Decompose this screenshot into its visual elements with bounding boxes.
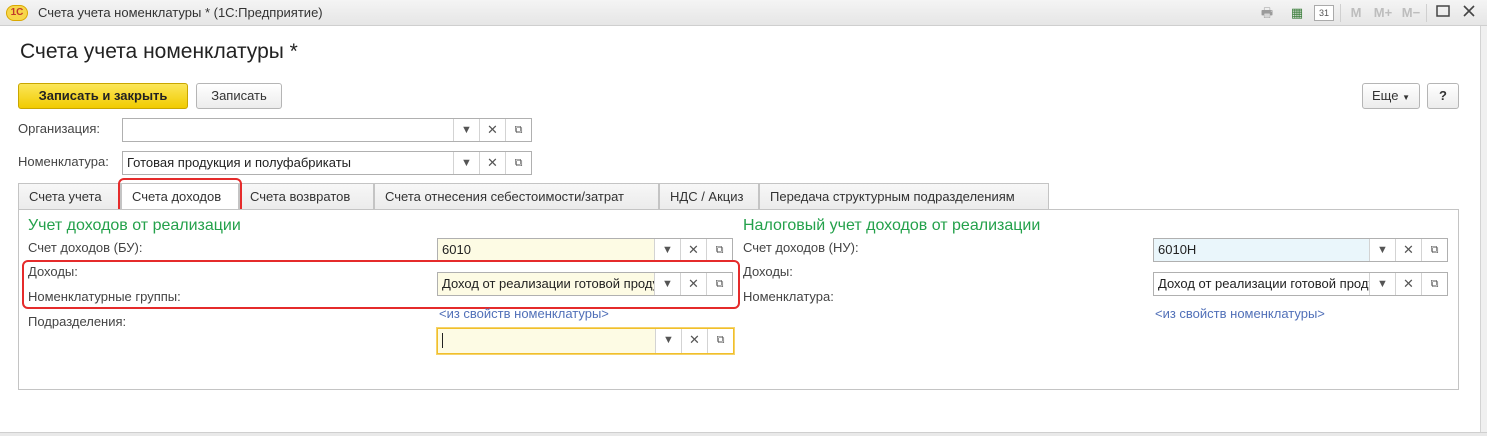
nomenclature-label: Номенклатура: — [18, 154, 109, 169]
open-icon[interactable]: ⧉ — [1421, 273, 1447, 295]
organization-field[interactable]: ▼ ✕ ⧉ — [122, 118, 532, 142]
nu-income-value[interactable]: Доход от реализации готовой продукции — [1154, 273, 1369, 295]
clear-icon[interactable]: ✕ — [681, 329, 707, 353]
clear-icon[interactable]: ✕ — [1395, 239, 1421, 261]
print-icon[interactable]: 🖶 — [1257, 4, 1277, 22]
clear-icon[interactable]: ✕ — [1395, 273, 1421, 295]
nu-account-field[interactable]: 6010Н ▼ ✕ ⧉ — [1153, 238, 1448, 262]
tab-vat-excise[interactable]: НДС / Акциз — [659, 183, 759, 210]
nu-from-properties-link[interactable]: <из свойств номенклатуры> — [1155, 306, 1325, 321]
from-properties-link[interactable]: <из свойств номенклатуры> — [439, 306, 609, 321]
dropdown-arrow-icon[interactable]: ▼ — [1369, 239, 1395, 261]
save-and-close-button[interactable]: Записать и закрыть — [18, 83, 188, 109]
window-titlebar: 1С Счета учета номенклатуры * (1С:Предпр… — [0, 0, 1487, 26]
window-right-border — [1480, 26, 1487, 432]
calculator-icon[interactable]: ▦ — [1287, 4, 1307, 22]
more-button-label: Еще — [1372, 88, 1399, 103]
memory-m-button[interactable]: M — [1348, 4, 1364, 22]
page-title: Счета учета номенклатуры * — [20, 40, 298, 63]
tab-return-accounts[interactable]: Счета возвратов — [239, 183, 374, 210]
nu-account-label: Счет доходов (НУ): — [743, 240, 859, 255]
open-icon[interactable]: ⧉ — [505, 152, 531, 174]
window-title: Счета учета номенклатуры * (1С:Предприят… — [38, 5, 323, 20]
organization-value[interactable] — [123, 119, 453, 141]
open-icon[interactable]: ⧉ — [706, 239, 732, 261]
tab-cost-accounts[interactable]: Счета отнесения себестоимости/затрат — [374, 183, 659, 210]
divisions-value[interactable] — [438, 329, 655, 353]
help-button[interactable]: ? — [1427, 83, 1459, 109]
clear-icon[interactable]: ✕ — [680, 239, 706, 261]
bu-account-label: Счет доходов (БУ): — [28, 240, 143, 255]
tab-accounts[interactable]: Счета учета — [18, 183, 121, 210]
text-caret — [442, 333, 443, 349]
dropdown-arrow-icon[interactable]: ▼ — [655, 329, 681, 353]
nomenclature-value[interactable]: Готовая продукция и полуфабрикаты — [123, 152, 453, 174]
memory-plus-button[interactable]: M+ — [1372, 4, 1394, 22]
more-button[interactable]: Еще ▼ — [1362, 83, 1420, 109]
toolbar-divider — [1426, 4, 1427, 22]
left-section-title: Учет доходов от реализации — [28, 217, 241, 234]
calendar-icon[interactable]: 31 — [1314, 5, 1334, 21]
dropdown-arrow-icon[interactable]: ▼ — [453, 152, 479, 174]
nu-income-label: Доходы: — [743, 264, 793, 279]
dropdown-arrow-icon[interactable]: ▼ — [1369, 273, 1395, 295]
organization-label: Организация: — [18, 121, 101, 136]
nu-account-value[interactable]: 6010Н — [1154, 239, 1369, 261]
right-section-title: Налоговый учет доходов от реализации — [743, 217, 1041, 234]
divisions-field[interactable]: ▼ ✕ ⧉ — [437, 328, 734, 354]
open-icon[interactable]: ⧉ — [505, 119, 531, 141]
toolbar-divider — [1340, 4, 1341, 22]
nu-nomenclature-label: Номенклатура: — [743, 289, 834, 304]
clear-icon[interactable]: ✕ — [479, 119, 505, 141]
close-icon[interactable] — [1460, 4, 1478, 22]
bu-account-field[interactable]: 6010 ▼ ✕ ⧉ — [437, 238, 733, 262]
window-bottom-border — [0, 432, 1487, 436]
nomenclature-field[interactable]: Готовая продукция и полуфабрикаты ▼ ✕ ⧉ — [122, 151, 532, 175]
save-button[interactable]: Записать — [196, 83, 282, 109]
nu-income-field[interactable]: Доход от реализации готовой продукции ▼ … — [1153, 272, 1448, 296]
maximize-icon[interactable] — [1434, 4, 1452, 22]
dropdown-arrow-icon[interactable]: ▼ — [654, 239, 680, 261]
bu-account-value[interactable]: 6010 — [438, 239, 654, 261]
income-row-highlight — [22, 260, 740, 309]
open-icon[interactable]: ⧉ — [707, 329, 733, 353]
app-logo: 1С — [6, 5, 28, 21]
tab-structural-divisions[interactable]: Передача структурным подразделениям — [759, 183, 1049, 210]
dropdown-arrow-icon[interactable]: ▼ — [453, 119, 479, 141]
open-icon[interactable]: ⧉ — [1421, 239, 1447, 261]
memory-minus-button[interactable]: M− — [1400, 4, 1422, 22]
clear-icon[interactable]: ✕ — [479, 152, 505, 174]
divisions-label: Подразделения: — [28, 314, 127, 329]
chevron-down-icon: ▼ — [1402, 93, 1410, 102]
